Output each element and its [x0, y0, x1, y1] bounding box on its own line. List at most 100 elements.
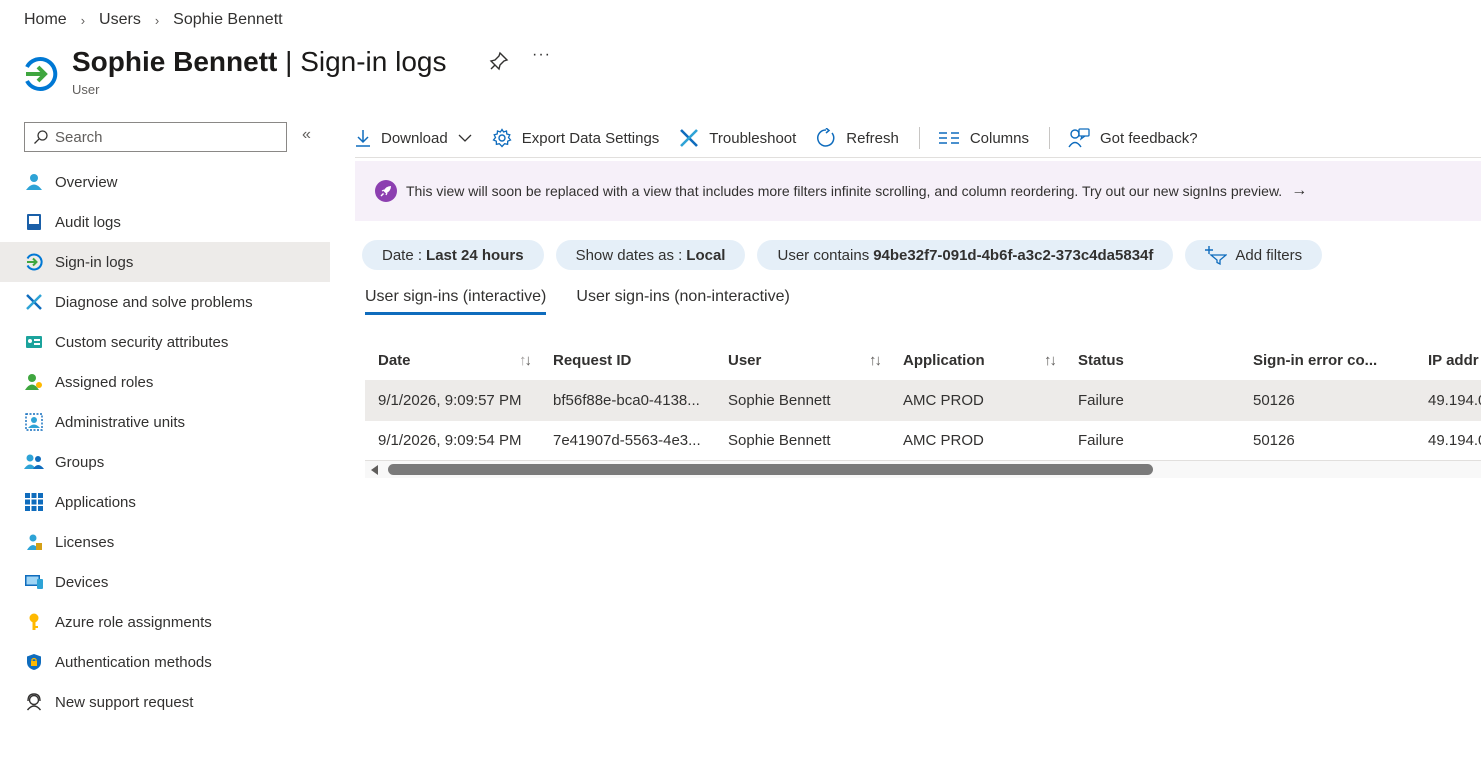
more-options-button[interactable]: ···	[532, 46, 551, 64]
sidebar-item-overview[interactable]: Overview	[0, 162, 330, 202]
feedback-button[interactable]: Got feedback?	[1068, 128, 1198, 148]
export-data-settings-button[interactable]: Export Data Settings	[492, 128, 660, 148]
date-filter-label: Date :	[382, 246, 423, 264]
sidebar-item-label: Sign-in logs	[55, 253, 134, 271]
shield-icon	[24, 652, 44, 672]
breadcrumb-current[interactable]: Sophie Bennett	[173, 11, 282, 29]
collapse-sidebar-button[interactable]: «	[302, 126, 311, 144]
sign-in-table: Date ↑↓ Request ID User ↑↓ Application ↑↓ S…	[365, 340, 1481, 460]
toolbar-divider	[1049, 127, 1051, 149]
sidebar-item-admin-units[interactable]: Administrative units	[0, 402, 330, 442]
sidebar-item-custom-security[interactable]: Custom security attributes	[0, 322, 330, 362]
tab-interactive[interactable]: User sign-ins (interactive)	[365, 288, 547, 315]
sort-icon[interactable]: ↑↓	[1044, 352, 1057, 369]
pin-icon[interactable]	[488, 50, 510, 72]
table-row[interactable]: 9/1/2026, 9:09:54 PM 7e41907d-5563-4e3..…	[365, 420, 1481, 460]
cell-request-id: bf56f88e-bca0-4138...	[553, 391, 700, 409]
sidebar-item-azure-role-assignments[interactable]: Azure role assignments	[0, 602, 330, 642]
breadcrumb-users[interactable]: Users	[99, 11, 141, 29]
sidebar-search-box[interactable]	[24, 122, 287, 152]
license-icon	[24, 532, 44, 552]
sidebar-item-label: Administrative units	[55, 413, 186, 431]
sidebar-nav: Overview Audit logs Sign-in logs Diagnos…	[0, 162, 330, 722]
scroll-left-arrow-icon[interactable]	[371, 465, 378, 475]
banner-arrow-link[interactable]: →	[1291, 182, 1307, 200]
sidebar-item-audit-logs[interactable]: Audit logs	[0, 202, 330, 242]
sidebar-item-assigned-roles[interactable]: Assigned roles	[0, 362, 330, 402]
grid-icon	[24, 492, 44, 512]
column-header-date[interactable]: Date ↑↓	[365, 352, 540, 369]
refresh-label: Refresh	[846, 129, 899, 147]
column-header-ip-address[interactable]: IP addr	[1415, 352, 1481, 369]
search-input[interactable]	[55, 128, 275, 146]
breadcrumb: Home › Users › Sophie Bennett	[24, 11, 283, 29]
column-header-label: Date	[378, 351, 411, 369]
sidebar-item-sign-in-logs[interactable]: Sign-in logs	[0, 242, 330, 282]
column-header-status[interactable]: Status	[1065, 352, 1240, 369]
sidebar-item-label: Assigned roles	[55, 373, 154, 391]
rocket-icon	[375, 180, 397, 202]
download-label: Download	[381, 129, 448, 147]
sidebar-item-devices[interactable]: Devices	[0, 562, 330, 602]
sign-in-logs-logo-icon	[25, 56, 58, 91]
sidebar-item-applications[interactable]: Applications	[0, 482, 330, 522]
cell-date: 9/1/2026, 9:09:57 PM	[378, 391, 522, 409]
breadcrumb-home[interactable]: Home	[24, 11, 67, 29]
user-filter-pill[interactable]: User contains 94be32f7-091d-4b6f-a3c2-373…	[757, 240, 1174, 270]
sign-in-icon	[24, 252, 44, 272]
sidebar-item-label: Diagnose and solve problems	[55, 293, 253, 311]
column-header-request-id[interactable]: Request ID	[540, 352, 715, 369]
sidebar-item-label: Groups	[55, 453, 105, 471]
sidebar-item-new-support-request[interactable]: New support request	[0, 682, 330, 722]
cell-error-code: 50126	[1253, 391, 1295, 409]
preview-banner: This view will soon be replaced with a v…	[355, 161, 1481, 221]
cell-ip-address: 49.194.0	[1428, 432, 1481, 449]
scrollbar-thumb[interactable]	[388, 464, 1153, 475]
date-filter-pill[interactable]: Date : Last 24 hours	[362, 240, 544, 270]
columns-button[interactable]: Columns	[938, 130, 1029, 147]
troubleshoot-button[interactable]: Troubleshoot	[679, 128, 796, 148]
sidebar-item-licenses[interactable]: Licenses	[0, 522, 330, 562]
sort-icon[interactable]: ↑↓	[519, 352, 532, 369]
page-title: Sophie Bennett | Sign-in logs	[72, 44, 447, 80]
cell-status: Failure	[1078, 432, 1124, 449]
sidebar-item-label: Licenses	[55, 533, 115, 551]
add-filters-button[interactable]: Add filters	[1185, 240, 1323, 270]
user-filter-label: User contains	[777, 246, 870, 264]
cell-date: 9/1/2026, 9:09:54 PM	[378, 432, 522, 449]
cell-error-code: 50126	[1253, 432, 1295, 449]
cell-user: Sophie Bennett	[728, 391, 831, 409]
user-filter-value: 94be32f7-091d-4b6f-a3c2-373c4da5834f	[873, 246, 1154, 264]
column-header-user[interactable]: User ↑↓	[715, 352, 890, 369]
columns-icon	[938, 132, 959, 144]
table-row[interactable]: 9/1/2026, 9:09:57 PM bf56f88e-bca0-4138.…	[365, 380, 1481, 420]
sidebar-item-diagnose[interactable]: Diagnose and solve problems	[0, 282, 330, 322]
tab-non-interactive[interactable]: User sign-ins (non-interactive)	[576, 288, 789, 315]
download-button[interactable]: Download	[355, 129, 472, 147]
sidebar-item-authentication-methods[interactable]: Authentication methods	[0, 642, 330, 682]
cell-request-id: 7e41907d-5563-4e3...	[553, 432, 701, 449]
breadcrumb-separator: ›	[80, 12, 86, 28]
page-title-text: Sign-in logs	[300, 46, 447, 77]
key-icon	[24, 612, 44, 632]
export-label: Export Data Settings	[521, 129, 660, 147]
cell-application: AMC PROD	[903, 391, 984, 409]
breadcrumb-separator: ›	[154, 12, 160, 28]
sidebar-item-label: New support request	[55, 693, 194, 711]
show-dates-value: Local	[686, 246, 726, 264]
column-header-application[interactable]: Application ↑↓	[890, 352, 1065, 369]
column-header-label: Sign-in error co...	[1253, 351, 1378, 369]
devices-icon	[24, 572, 44, 592]
columns-label: Columns	[969, 129, 1030, 147]
show-dates-pill[interactable]: Show dates as : Local	[555, 240, 746, 270]
sort-icon[interactable]: ↑↓	[869, 352, 882, 369]
column-header-error-code[interactable]: Sign-in error co...	[1240, 352, 1415, 369]
filter-pills: Date : Last 24 hours Show dates as : Local…	[362, 240, 1334, 270]
refresh-button[interactable]: Refresh	[816, 128, 899, 148]
book-icon	[24, 212, 44, 232]
horizontal-scrollbar[interactable]	[365, 460, 1481, 478]
sidebar-item-groups[interactable]: Groups	[0, 442, 330, 482]
column-header-label: Request ID	[553, 351, 632, 369]
add-filter-icon	[1205, 246, 1228, 265]
toolbar-divider	[918, 127, 920, 149]
